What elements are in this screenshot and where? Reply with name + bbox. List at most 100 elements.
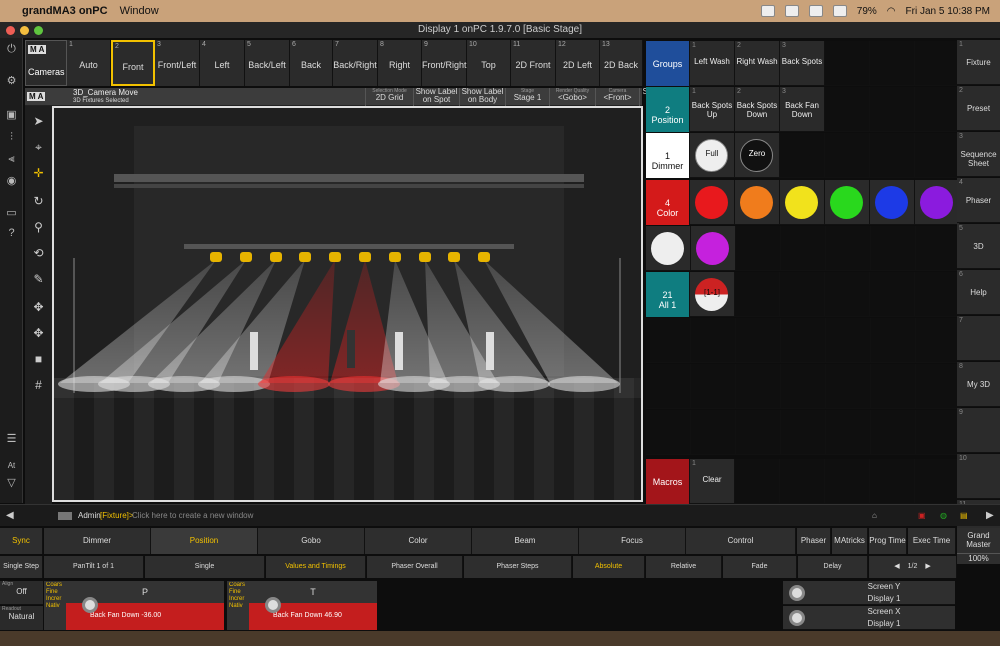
empty-pool-slot[interactable]: [735, 459, 780, 504]
spot-fixture[interactable]: [389, 252, 401, 262]
wifi-icon[interactable]: ◠: [887, 6, 896, 17]
cameras-pool-header[interactable]: M A Cameras: [25, 40, 67, 86]
screen-control-0[interactable]: Screen Y Display 1: [783, 581, 955, 605]
encoder-knob-icon[interactable]: [82, 597, 98, 613]
view-button-2d-back[interactable]: 13 2D Back: [600, 40, 643, 86]
empty-pool-slot[interactable]: [736, 318, 781, 363]
view-button-left[interactable]: 4 Left: [200, 40, 245, 86]
view-empty-10[interactable]: 10: [957, 454, 1000, 499]
feature-beam[interactable]: Beam: [472, 528, 579, 554]
feature-color[interactable]: Color: [365, 528, 472, 554]
color-preset[interactable]: [691, 226, 736, 271]
arrow-right-icon[interactable]: ▶: [925, 563, 930, 571]
empty-pool-slot[interactable]: [825, 87, 870, 132]
spot-fixture[interactable]: [210, 252, 222, 262]
empty-pool-slot[interactable]: [646, 410, 691, 455]
spot-fixture[interactable]: [299, 252, 311, 262]
phaser-steps-button[interactable]: Phaser Steps: [464, 556, 572, 578]
encoder-p[interactable]: Coars Fine Increr Nativ P Back Fan Down -3…: [44, 581, 224, 630]
pool-dimmer-header[interactable]: 1 Dimmer: [646, 133, 690, 178]
camera-option-2[interactable]: Show Label on Body: [459, 88, 505, 106]
display-icon[interactable]: ▭: [4, 206, 19, 221]
empty-pool-slot[interactable]: [736, 410, 781, 455]
minimize-window-button[interactable]: [20, 26, 29, 35]
at-icon[interactable]: At: [4, 458, 19, 473]
user-icon[interactable]: ◉: [4, 174, 19, 189]
pool-groups-header[interactable]: Groups: [646, 41, 690, 86]
encoder-knob-icon[interactable]: [265, 597, 281, 613]
fade-button[interactable]: Fade: [723, 556, 797, 578]
empty-pool-slot[interactable]: [871, 226, 916, 271]
empty-pool-slot[interactable]: [826, 226, 871, 271]
faders-icon[interactable]: ⫶: [4, 130, 19, 145]
relative-button[interactable]: Relative: [646, 556, 722, 578]
camera-icon[interactable]: ■: [31, 352, 46, 367]
3d-viewport[interactable]: [52, 106, 643, 502]
feature-matricks[interactable]: MAtricks: [832, 528, 868, 554]
empty-pool-slot[interactable]: [826, 410, 871, 455]
empty-pool-slot[interactable]: [916, 410, 961, 455]
preset-back-spots-down[interactable]: 2 Back Spots Down: [735, 87, 780, 132]
view-button-front-left[interactable]: 3 Front/Left: [155, 40, 200, 86]
empty-pool-slot[interactable]: [915, 87, 960, 132]
feature-prog-time[interactable]: Prog Time: [869, 528, 907, 554]
grand-master[interactable]: Grand Master 100%: [957, 528, 1000, 564]
camera-option-3[interactable]: Stage Stage 1: [505, 88, 549, 106]
spot-fixture[interactable]: [240, 252, 252, 262]
status-icon[interactable]: [808, 5, 823, 17]
color-preset[interactable]: [646, 226, 691, 271]
pool-macros-header[interactable]: Macros: [646, 459, 690, 504]
preset-back-fan-down[interactable]: 3 Back Fan Down: [780, 87, 825, 132]
empty-pool-slot[interactable]: [870, 133, 915, 178]
pool-all-header[interactable]: 21 All 1: [646, 272, 690, 317]
empty-pool-slot[interactable]: [915, 133, 960, 178]
record-icon[interactable]: ▣: [918, 505, 926, 527]
group-left-wash[interactable]: 1 Left Wash: [690, 41, 735, 86]
empty-pool-slot[interactable]: [870, 41, 915, 86]
empty-pool-slot[interactable]: [916, 318, 961, 363]
view-button-back[interactable]: 6 Back: [290, 40, 333, 86]
screen-knob-icon[interactable]: [789, 585, 805, 601]
color-preset[interactable]: [780, 180, 825, 225]
empty-pool-slot[interactable]: [870, 459, 915, 504]
view-button-top[interactable]: 10 Top: [467, 40, 511, 86]
values-and-timings-button[interactable]: Values and Timings: [266, 556, 366, 578]
color-preset[interactable]: [690, 180, 735, 225]
status-icon[interactable]: [760, 5, 775, 17]
spot-fixture[interactable]: [270, 252, 282, 262]
command-input[interactable]: Click here to create a new window: [132, 505, 253, 527]
save-icon[interactable]: ▣: [4, 108, 19, 123]
empty-pool-slot[interactable]: [735, 272, 780, 317]
view-help[interactable]: 6 Help: [957, 270, 1000, 315]
color-preset[interactable]: [915, 180, 960, 225]
zoom-window-button[interactable]: [34, 26, 43, 35]
link-resolution-button[interactable]: Single: [145, 556, 265, 578]
feature-phaser[interactable]: Phaser: [797, 528, 831, 554]
view-3d[interactable]: 5 3D: [957, 224, 1000, 269]
move-icon[interactable]: ✛: [31, 166, 46, 181]
rotate-view-icon[interactable]: ⟲: [31, 246, 46, 261]
feature-gobo[interactable]: Gobo: [258, 528, 365, 554]
world-icon[interactable]: ◍: [940, 505, 947, 527]
empty-pool-slot[interactable]: [781, 410, 826, 455]
network-icon[interactable]: ⌂: [872, 505, 877, 527]
help-icon[interactable]: ?: [4, 226, 19, 241]
empty-pool-slot[interactable]: [691, 410, 736, 455]
pool-color-header[interactable]: 4 Color: [646, 180, 690, 225]
empty-pool-slot[interactable]: [691, 364, 736, 409]
empty-pool-slot[interactable]: [781, 364, 826, 409]
select-arrow-icon[interactable]: ➤: [31, 114, 46, 129]
delay-button[interactable]: Delay: [798, 556, 868, 578]
readout-control[interactable]: Readout Natural: [0, 606, 43, 630]
empty-pool-slot[interactable]: [646, 318, 691, 363]
empty-pool-slot[interactable]: [870, 272, 915, 317]
empty-pool-slot[interactable]: [916, 226, 961, 271]
view-phaser[interactable]: 4 Phaser: [957, 178, 1000, 223]
arrow-left-icon[interactable]: ◀: [6, 505, 14, 527]
camera-option-5[interactable]: Camera <Front>: [595, 88, 639, 106]
spot-fixture[interactable]: [478, 252, 490, 262]
view-button-front-right[interactable]: 9 Front/Right: [422, 40, 467, 86]
pantilt-button[interactable]: PanTilt 1 of 1: [44, 556, 144, 578]
empty-pool-slot[interactable]: [780, 133, 825, 178]
shortcuts-icon[interactable]: ▤: [960, 505, 968, 527]
